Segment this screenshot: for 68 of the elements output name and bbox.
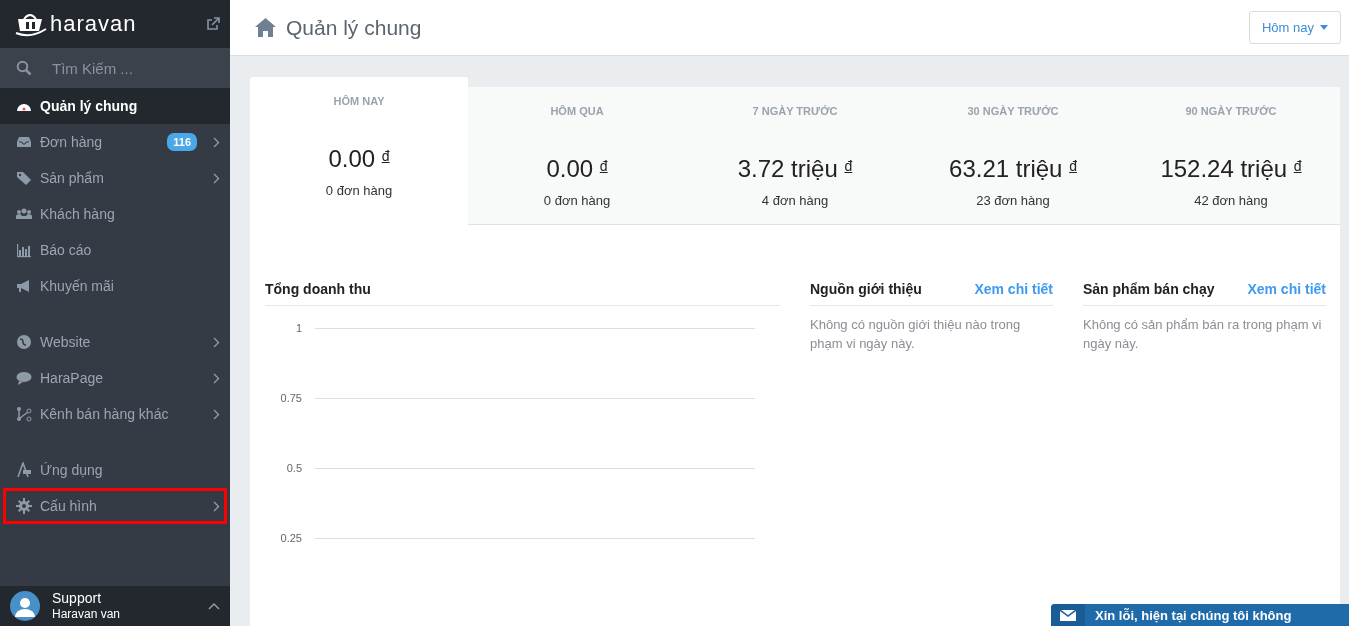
chat-widget[interactable]: Xin lỗi, hiện tại chúng tôi không [1051, 604, 1349, 626]
order-count: 23 đơn hàng [976, 193, 1050, 208]
period-label: HÔM NAY [333, 95, 385, 107]
chat-icon [16, 370, 32, 386]
home-icon [255, 18, 276, 37]
external-link-icon[interactable] [206, 17, 220, 31]
tag-icon [16, 170, 32, 186]
sidebar-item[interactable]: Báo cáo [0, 232, 230, 268]
page-title: Quản lý chung [286, 15, 422, 40]
megaphone-icon [16, 278, 32, 294]
revenue-amount: 3.72 triệu $^{đ}$ [737, 155, 853, 183]
caret-icon [1320, 25, 1328, 30]
view-details-link[interactable]: Xem chi tiết [974, 281, 1053, 297]
sidebar-item[interactable]: Ứng dụng [0, 452, 230, 488]
sidebar-item[interactable]: Đơn hàng 116 [0, 124, 230, 160]
sidebar-item[interactable]: HaraPage [0, 360, 230, 396]
search-field[interactable]: Tìm Kiếm ... [50, 58, 214, 78]
envelope-icon [1060, 609, 1076, 621]
avatar-icon [10, 591, 40, 621]
period-label: 90 NGÀY TRƯỚC [1185, 105, 1277, 117]
search-bar[interactable]: Tìm Kiếm ... [0, 48, 230, 88]
section-title: Nguồn giới thiệu [810, 281, 922, 297]
revenue-amount: 152.24 triệu $^{đ}$ [1160, 155, 1302, 183]
section-title: Sản phẩm bán chạy [1083, 281, 1215, 297]
revenue-amount: 0.00 $^{đ}$ [546, 155, 608, 183]
chevron-up-icon[interactable] [208, 602, 220, 610]
inbox-icon [16, 134, 32, 150]
empty-message: Không có sản phẩm bán ra trong phạm vi ngày này. [1083, 316, 1323, 353]
logo-icon [14, 11, 48, 37]
revenue-amount: 63.21 triệu $^{đ}$ [949, 155, 1077, 183]
stat-tab[interactable]: 7 NGÀY TRƯỚC 3.72 triệu $^{đ}$ 4 đơn hàng [686, 87, 904, 225]
order-count: 42 đơn hàng [1194, 193, 1268, 208]
chart-title: Tổng doanh thu [265, 281, 371, 297]
view-details-link[interactable]: Xem chi tiết [1247, 281, 1326, 297]
date-range-dropdown[interactable]: Hôm nay [1248, 11, 1341, 44]
period-label: 7 NGÀY TRƯỚC [752, 105, 838, 117]
brand-name: haravan [50, 11, 137, 37]
sidebar-item[interactable]: Sản phẩm [0, 160, 230, 196]
stat-tab[interactable]: 90 NGÀY TRƯỚC 152.24 triệu $^{đ}$ 42 đơn hàng [1122, 87, 1340, 225]
sidebar-item[interactable]: Cấu hình [3, 488, 227, 524]
search-icon [16, 60, 32, 76]
axis-tick-label: 0.25 [279, 532, 302, 544]
stat-tab[interactable]: HÔM NAY 0.00 $^{đ}$ 0 đơn hàng [250, 77, 468, 225]
sidebar-item[interactable]: Quản lý chung [0, 88, 230, 124]
empty-message: Không có nguồn giới thiệu nào trong phạm vi ngày này. [810, 316, 1022, 353]
stat-tab[interactable]: HÔM QUA 0.00 $^{đ}$ 0 đơn hàng [468, 87, 686, 225]
sidebar-item[interactable]: Khuyến mãi [0, 268, 230, 304]
sidebar-item[interactable]: Kênh bán hàng khác [0, 396, 230, 432]
revenue-amount: 0.00 $^{đ}$ [328, 145, 390, 173]
gear-icon [16, 498, 32, 514]
count-badge: 116 [167, 133, 197, 151]
share-icon [16, 406, 32, 422]
stat-tab[interactable]: 30 NGÀY TRƯỚC 63.21 triệu $^{đ}$ 23 đơn hàng [904, 87, 1122, 225]
order-count: 0 đơn hàng [325, 183, 393, 198]
user-name: Support [52, 590, 103, 606]
order-count: 0 đơn hàng [543, 193, 611, 208]
sidebar-item[interactable]: Website [0, 324, 230, 360]
axis-tick-label: 1 [294, 322, 302, 334]
store-name: Haravan van [52, 606, 122, 622]
period-label: 30 NGÀY TRƯỚC [967, 105, 1059, 117]
order-count: 4 đơn hàng [761, 193, 829, 208]
users-icon [16, 206, 32, 222]
axis-tick-label: 0.5 [285, 462, 302, 474]
chat-message: Xin lỗi, hiện tại chúng tôi không [1094, 607, 1292, 623]
period-label: HÔM QUA [550, 105, 604, 117]
chart-icon [16, 242, 32, 258]
axis-tick-label: 0.75 [279, 392, 302, 404]
sidebar-item[interactable]: Khách hàng [0, 196, 230, 232]
